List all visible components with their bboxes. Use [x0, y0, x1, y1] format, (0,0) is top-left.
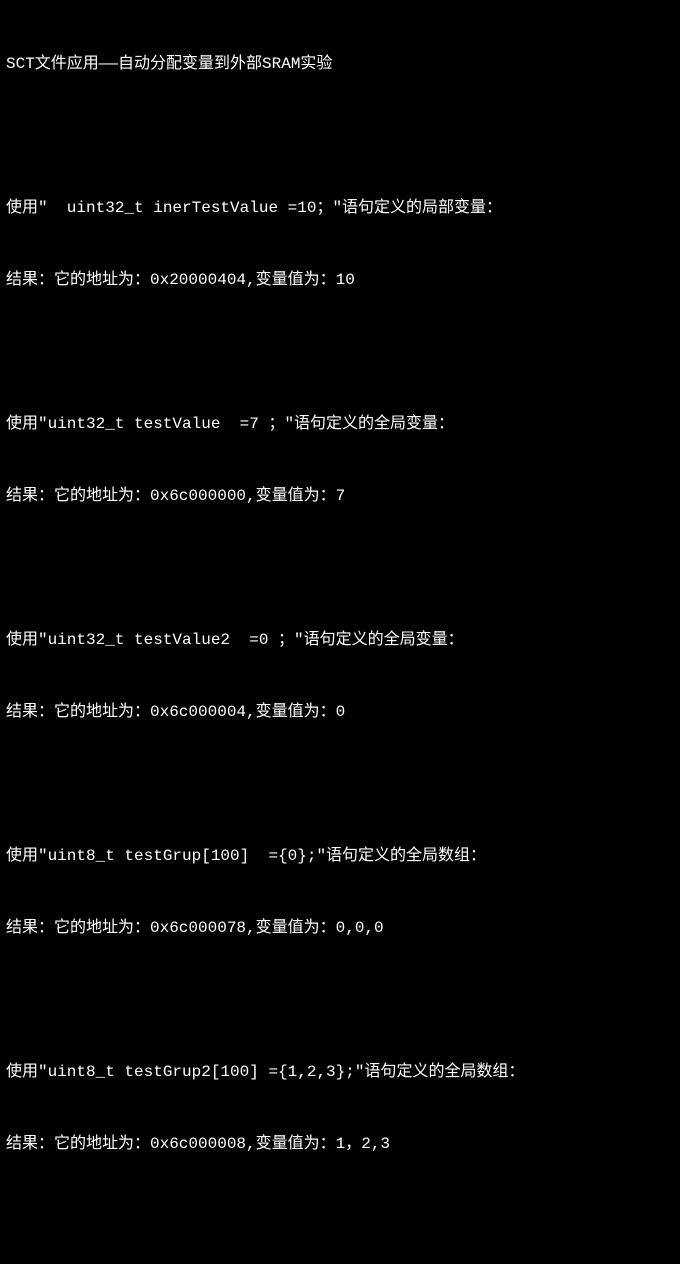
output-line: SCT文件应用——自动分配变量到外部SRAM实验 — [6, 52, 674, 76]
output-line: 结果：它的地址为：0x6c000008,变量值为：1，2,3 — [6, 1132, 674, 1156]
output-line: 使用" uint32_t inerTestValue =10；"语句定义的局部变… — [6, 196, 674, 220]
output-line — [6, 556, 674, 580]
output-line — [6, 124, 674, 148]
output-line — [6, 772, 674, 796]
output-line — [6, 1204, 674, 1228]
terminal-output: SCT文件应用——自动分配变量到外部SRAM实验 使用" uint32_t in… — [6, 4, 674, 1264]
output-line: 使用"uint8_t testGrup2[100] ={1,2,3};"语句定义… — [6, 1060, 674, 1084]
output-line — [6, 340, 674, 364]
output-line: 使用"uint32_t testValue =7 ；"语句定义的全局变量： — [6, 412, 674, 436]
output-line: 结果：它的地址为：0x6c000000,变量值为：7 — [6, 484, 674, 508]
output-line: 结果：它的地址为：0x6c000078,变量值为：0,0,0 — [6, 916, 674, 940]
output-line: 结果：它的地址为：0x6c000004,变量值为：0 — [6, 700, 674, 724]
output-line: 使用"uint8_t testGrup[100] ={0};"语句定义的全局数组… — [6, 844, 674, 868]
output-line — [6, 988, 674, 1012]
output-line: 结果：它的地址为：0x20000404,变量值为：10 — [6, 268, 674, 292]
